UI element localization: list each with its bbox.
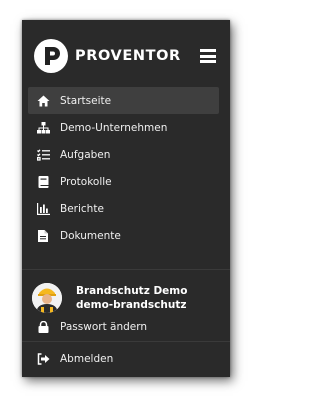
logout-link[interactable]: Abmelden	[36, 352, 113, 366]
user-username: demo-brandschutz	[76, 299, 187, 311]
change-password-link[interactable]: Passwort ändern	[36, 320, 147, 334]
sidebar-item-berichte[interactable]: Berichte	[28, 195, 219, 222]
sidebar-item-label: Aufgaben	[60, 148, 111, 161]
sidebar-item-demo-unternehmen[interactable]: Demo-Unternehmen	[28, 114, 219, 141]
sidebar-item-dokumente[interactable]: Dokumente	[28, 222, 219, 249]
sidebar-item-label: Protokolle	[60, 175, 112, 188]
brand-name: PROVENTOR	[75, 48, 181, 64]
user-profile[interactable]: Brandschutz Demo demo-brandschutz	[32, 283, 187, 313]
sidebar-nav: Startseite Demo-Unternehmen Aufgaben Pro…	[28, 87, 219, 249]
sidebar-item-protokolle[interactable]: Protokolle	[28, 168, 219, 195]
sitemap-icon	[36, 121, 50, 135]
sidebar-item-label: Berichte	[60, 202, 104, 215]
user-company: Brandschutz Demo	[76, 285, 188, 297]
sidebar-item-startseite[interactable]: Startseite	[28, 87, 219, 114]
divider	[22, 341, 230, 342]
sidebar-item-aufgaben[interactable]: Aufgaben	[28, 141, 219, 168]
sidebar-item-label: Dokumente	[60, 229, 121, 242]
logout-label: Abmelden	[60, 353, 114, 365]
avatar	[32, 283, 62, 313]
lock-icon	[36, 320, 50, 334]
sidebar-panel: PROVENTOR Startseite Demo-Unternehmen Au…	[22, 20, 230, 377]
proventor-logo-icon	[34, 39, 68, 73]
divider	[22, 269, 230, 270]
brand[interactable]: PROVENTOR	[34, 39, 181, 73]
home-icon	[36, 94, 50, 108]
hamburger-icon[interactable]	[200, 49, 216, 63]
document-icon	[36, 229, 50, 243]
sidebar-item-label: Startseite	[60, 94, 112, 107]
bar-chart-icon	[36, 202, 50, 216]
book-icon	[36, 175, 50, 189]
tasks-icon	[36, 148, 50, 162]
sign-out-icon	[36, 352, 50, 366]
sidebar-item-label: Demo-Unternehmen	[60, 121, 168, 134]
change-password-label: Passwort ändern	[60, 321, 148, 333]
